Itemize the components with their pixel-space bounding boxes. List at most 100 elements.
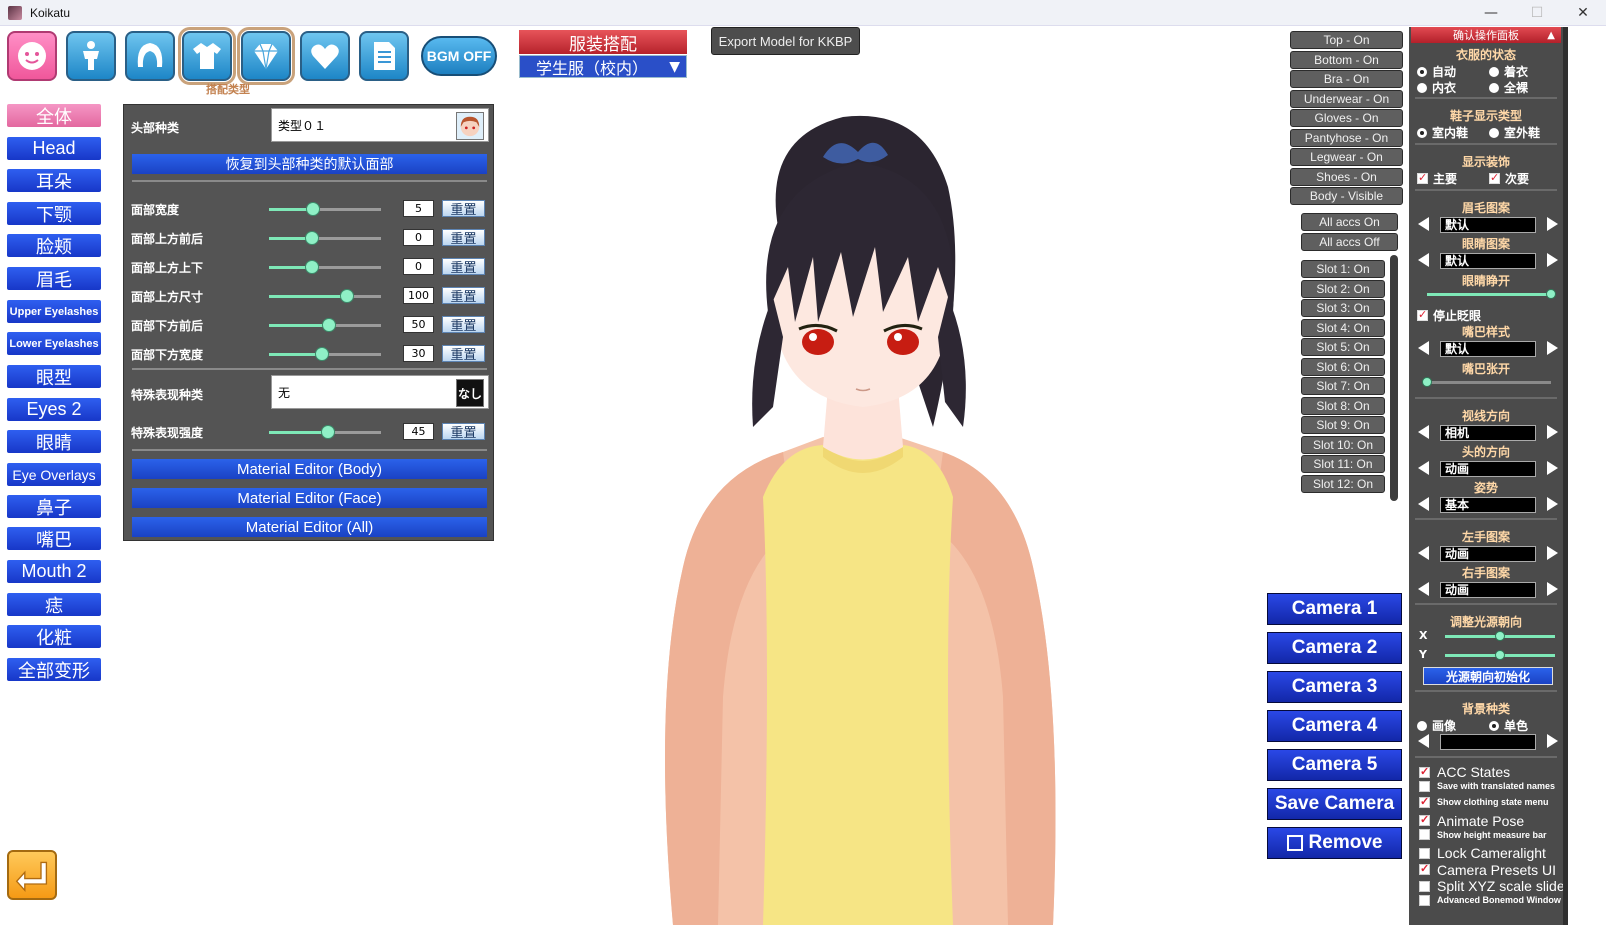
special-strength-value[interactable]: 45 [403,423,434,440]
option-lock-cameralight-checkbox[interactable]: Lock Cameralight [1419,845,1546,861]
nav-eye-overlays[interactable]: Eye Overlays [7,463,101,486]
nav-mouth-2[interactable]: Mouth 2 [7,560,101,583]
accessory-slot-11-toggle[interactable]: Slot 11: On [1301,455,1385,473]
deco-sub-checkbox[interactable]: 次要 [1489,170,1529,187]
option-camera-presets-ui-checkbox[interactable]: Camera Presets UI [1419,862,1556,878]
deco-main-checkbox[interactable]: 主要 [1417,170,1457,187]
heart-icon[interactable] [300,31,350,81]
gaze-direction-selector[interactable]: 相机 [1414,425,1560,441]
head-direction-selector[interactable]: 动画 [1414,461,1560,477]
mouth-style-selector[interactable]: 默认 [1414,341,1560,357]
head-type-selector[interactable]: 类型０１ [271,108,489,142]
special-expression-selector[interactable]: 无 なし [271,375,489,409]
maximize-button[interactable]: ☐ [1514,0,1560,26]
nav-all-deform[interactable]: 全部变形 [7,658,101,682]
next-arrow-icon[interactable] [1547,461,1558,475]
document-icon[interactable] [359,31,409,81]
slider-handle[interactable] [1546,289,1556,299]
option-animate-pose-checkbox[interactable]: Animate Pose [1419,813,1524,829]
lower-face-depth-reset-button[interactable]: 重置 [442,316,485,334]
panel-header[interactable]: 确认操作面板 ▲ [1411,27,1561,43]
slider-handle[interactable] [322,318,337,332]
all-accs-off-button[interactable]: All accs Off [1301,232,1398,251]
clothing-toggle-pantyhose[interactable]: Pantyhose - On [1290,128,1403,147]
next-arrow-icon[interactable] [1547,546,1558,560]
light-reset-button[interactable]: 光源朝向初始化 [1423,667,1553,685]
back-button[interactable] [7,850,57,900]
all-accs-on-button[interactable]: All accs On [1301,213,1398,231]
camera-5-button[interactable]: Camera 5 [1267,749,1402,781]
accessory-slot-12-toggle[interactable]: Slot 12: On [1301,474,1385,493]
bg-image-radio[interactable]: 画像 [1417,717,1456,734]
lower-face-width-reset-button[interactable]: 重置 [442,345,485,363]
eyebrow-pattern-selector[interactable]: 默认 [1414,217,1560,233]
nav-eye-shape[interactable]: 眼型 [7,365,101,389]
accessory-slot-10-toggle[interactable]: Slot 10: On [1301,435,1385,454]
clothing-toggle-bottom[interactable]: Bottom - On [1290,50,1403,69]
face-width-reset-button[interactable]: 重置 [442,200,485,218]
shoes-indoor-radio[interactable]: 室内鞋 [1417,124,1468,141]
nav-mouth[interactable]: 嘴巴 [7,527,101,551]
nav-cheeks[interactable]: 脸颊 [7,234,101,258]
nav-whole[interactable]: 全体 [7,104,101,128]
next-arrow-icon[interactable] [1547,341,1558,355]
clothing-toggle-top[interactable]: Top - On [1290,31,1403,49]
minimize-button[interactable]: — [1468,0,1514,26]
eye-pattern-selector[interactable]: 默认 [1414,253,1560,269]
accessory-slot-3-toggle[interactable]: Slot 3: On [1301,299,1385,317]
nav-upper-eyelashes[interactable]: Upper Eyelashes [7,300,101,323]
close-button[interactable]: ✕ [1560,0,1606,26]
accessory-slot-8-toggle[interactable]: Slot 8: On [1301,396,1385,415]
nav-head[interactable]: Head [7,137,101,160]
upper-face-depth-reset-button[interactable]: 重置 [442,229,485,247]
accessory-slot-7-toggle[interactable]: Slot 7: On [1301,377,1385,395]
accessory-slot-5-toggle[interactable]: Slot 5: On [1301,338,1385,356]
state-dressed-radio[interactable]: 着衣 [1489,63,1528,80]
nav-eyebrows[interactable]: 眉毛 [7,267,101,291]
material-editor-body-button[interactable]: Material Editor (Body) [132,459,487,479]
slider-handle[interactable] [304,260,319,274]
clothing-toggle-shoes[interactable]: Shoes - On [1290,167,1403,186]
option-acc-states-checkbox[interactable]: ACC States [1419,764,1510,780]
bgm-toggle-button[interactable]: BGM OFF [421,36,497,76]
accessory-slot-9-toggle[interactable]: Slot 9: On [1301,416,1385,434]
accessory-slot-2-toggle[interactable]: Slot 2: On [1301,279,1385,298]
next-arrow-icon[interactable] [1547,253,1558,267]
face-width-value[interactable]: 5 [403,200,434,217]
prev-arrow-icon[interactable] [1418,582,1429,596]
prev-arrow-icon[interactable] [1418,253,1429,267]
special-strength-reset-button[interactable]: 重置 [442,423,485,441]
camera-2-button[interactable]: Camera 2 [1267,632,1402,664]
slider-handle[interactable] [320,425,335,439]
background-color-selector[interactable] [1414,734,1560,750]
prev-arrow-icon[interactable] [1418,734,1429,748]
pose-selector[interactable]: 基本 [1414,497,1560,513]
option-show-clothing-state-menu-checkbox[interactable]: Show clothing state menu [1419,795,1549,808]
accessory-slot-4-toggle[interactable]: Slot 4: On [1301,318,1385,337]
body-icon[interactable] [66,31,116,81]
upper-face-size-slider[interactable] [269,289,381,303]
prev-arrow-icon[interactable] [1418,497,1429,511]
remove-camera-button[interactable]: Remove [1267,827,1402,859]
lower-face-width-value[interactable]: 30 [403,345,434,362]
right-hand-selector[interactable]: 动画 [1414,582,1560,598]
next-arrow-icon[interactable] [1547,497,1558,511]
nav-mole[interactable]: 痣 [7,593,101,617]
eye-open-slider[interactable] [1427,293,1551,296]
slider-handle[interactable] [340,289,355,303]
nav-ears[interactable]: 耳朵 [7,169,101,193]
upper-face-size-value[interactable]: 100 [403,287,434,304]
option-advanced-bonemod-window-checkbox[interactable]: Advanced Bonemod Window [1419,894,1561,906]
slider-handle[interactable] [1495,650,1505,660]
lower-face-depth-value[interactable]: 50 [403,316,434,333]
nav-jaw[interactable]: 下颚 [7,202,101,226]
material-editor-all-button[interactable]: Material Editor (All) [132,517,487,537]
next-arrow-icon[interactable] [1547,217,1558,231]
clothing-toggle-underwear[interactable]: Underwear - On [1290,89,1403,108]
outfit-select[interactable]: 学生服（校内） ▼ [519,55,687,78]
next-arrow-icon[interactable] [1547,582,1558,596]
upper-face-depth-value[interactable]: 0 [403,229,434,246]
slider-handle[interactable] [1422,377,1432,387]
material-editor-face-button[interactable]: Material Editor (Face) [132,488,487,508]
upper-face-depth-slider[interactable] [269,231,381,245]
